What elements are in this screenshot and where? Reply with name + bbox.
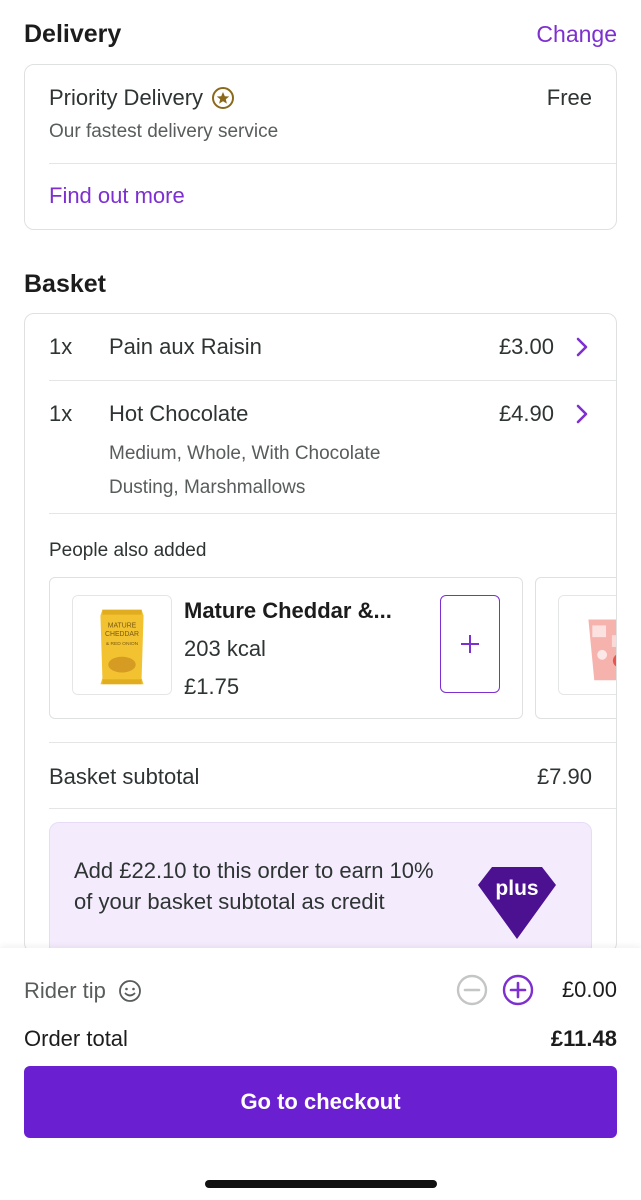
subtotal-label: Basket subtotal [49, 764, 200, 789]
item-name: Hot Chocolate [109, 401, 249, 426]
item-modifiers: Medium, Whole, With Chocolate Dusting, M… [109, 443, 381, 498]
recommendation-card[interactable]: MATURE CHEDDAR & RED ONION Mature Chedda… [49, 577, 523, 719]
chevron-right-icon [576, 337, 588, 357]
divider [49, 742, 616, 743]
product-image-drink [558, 595, 616, 695]
packet-label-line: MATURE [108, 622, 137, 629]
increase-tip-button[interactable] [502, 974, 534, 1006]
plus-icon [461, 635, 479, 653]
divider [49, 808, 616, 809]
star-badge-icon [212, 87, 235, 109]
delivery-option-name: Priority Delivery [49, 85, 204, 110]
crisps-packet-image: MATURE CHEDDAR & RED ONION [73, 596, 171, 694]
delivery-title: Delivery [24, 19, 122, 48]
delivery-option-price: Free [546, 85, 592, 110]
divider [49, 163, 616, 164]
delivery-option-card[interactable]: Priority Delivery Free Our fastest deliv… [24, 64, 617, 230]
delivery-option-description: Our fastest delivery service [49, 121, 279, 142]
add-recommendation-button[interactable] [440, 595, 500, 693]
tip-controls: £0.00 [456, 974, 617, 1006]
rider-tip-row: Rider tip £0.00 [24, 970, 617, 1010]
find-out-more-link[interactable]: Find out more [49, 183, 185, 209]
home-indicator[interactable] [205, 1180, 437, 1188]
item-price: £3.00 [498, 334, 554, 359]
packet-label-line: CHEDDAR [105, 631, 139, 638]
packet-label-line: & RED ONION [106, 641, 139, 647]
recommendation-kcal: 203 kcal [184, 636, 266, 661]
order-total-value: £11.48 [550, 1026, 617, 1051]
recommendation-name: Mature Cheddar &... [184, 598, 392, 623]
chevron-right-icon [576, 404, 588, 424]
plus-promo-banner[interactable]: Add £22.10 to this order to earn 10% of … [49, 822, 592, 952]
smiley-icon[interactable] [118, 979, 142, 1003]
decrease-tip-button[interactable] [456, 974, 488, 1006]
order-total-row: Order total £11.48 [24, 1026, 617, 1052]
divider [49, 380, 616, 381]
basket-card: 1x Pain aux Raisin £3.00 1x Hot Chocolat… [24, 313, 617, 953]
plus-promo-text: Add £22.10 to this order to earn 10% of … [74, 858, 434, 914]
order-total-label: Order total [24, 1026, 128, 1051]
plus-logo-icon: plus [478, 867, 556, 939]
delivery-option-name-wrap: Priority Delivery [49, 85, 235, 111]
rider-tip-label: Rider tip [24, 978, 106, 1003]
recommendation-price: £1.75 [184, 674, 240, 699]
people-also-added-label: People also added [49, 540, 207, 561]
item-name: Pain aux Raisin [109, 334, 262, 359]
delivery-option-row: Priority Delivery Free [49, 85, 592, 111]
plus-logo-text: plus [495, 877, 538, 900]
delivery-header: Delivery Change [24, 16, 617, 52]
order-summary-bar: Rider tip £0.00 Order total £11.48 Go to… [0, 948, 641, 1200]
basket-item-row[interactable]: 1x Hot Chocolate £4.90 Medium, Whole, Wi… [49, 401, 592, 511]
basket-screen: Delivery Change Priority Delivery Free O… [0, 0, 641, 1200]
basket-subtotal-row: Basket subtotal £7.90 [49, 764, 592, 790]
subtotal-value: £7.90 [536, 764, 592, 789]
tip-amount: £0.00 [561, 977, 617, 1002]
change-delivery-link[interactable]: Change [536, 21, 617, 48]
basket-title: Basket [24, 269, 106, 298]
product-image-crisps: MATURE CHEDDAR & RED ONION [72, 595, 172, 695]
divider [49, 513, 616, 514]
basket-header: Basket [24, 266, 617, 302]
item-quantity: 1x [49, 334, 73, 359]
item-price: £4.90 [498, 401, 554, 426]
item-quantity: 1x [49, 401, 73, 426]
recommendation-card[interactable] [535, 577, 616, 719]
basket-item-row[interactable]: 1x Pain aux Raisin £3.00 [49, 334, 592, 374]
rider-tip-label-wrap: Rider tip [24, 978, 142, 1004]
go-to-checkout-button[interactable]: Go to checkout [24, 1066, 617, 1138]
pink-drink-image [559, 596, 616, 694]
